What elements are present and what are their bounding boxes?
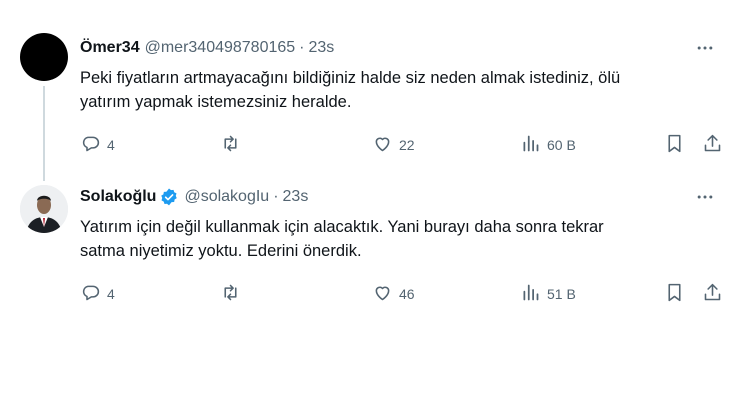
avatar[interactable] [20, 33, 68, 81]
tweet-text-line: Yatırım için değil kullanmak için alacak… [80, 218, 604, 236]
retweet-icon [220, 133, 241, 157]
reply-button[interactable]: 4 [80, 130, 115, 160]
author-name[interactable]: Ömer34 [80, 39, 140, 57]
views-icon [520, 282, 541, 306]
bookmark-button[interactable] [664, 130, 685, 160]
verified-badge-icon [159, 187, 179, 207]
tweet-1[interactable]: Ömer34 @mer340498780165 · 23s Peki fiyat… [0, 0, 730, 181]
tweet-text-line: yatırım yapmak istemezsiniz heralde. [80, 93, 352, 111]
bookmark-icon [664, 282, 685, 306]
share-button[interactable] [702, 279, 723, 309]
author-handle[interactable]: @mer340498780165 [145, 39, 296, 57]
retweet-icon [220, 282, 241, 306]
tweet-actions: 4 22 60 B [70, 130, 730, 160]
tweet-2[interactable]: Solakoğlu @solakogIu · 23s Yatırım için … [0, 175, 730, 335]
bookmark-icon [664, 133, 685, 157]
author-handle[interactable]: @solakogIu [184, 188, 269, 206]
avatar[interactable] [20, 185, 68, 233]
retweet-button[interactable] [220, 130, 247, 160]
separator: · [299, 39, 305, 56]
timestamp[interactable]: 23s [283, 188, 309, 206]
like-icon [372, 282, 393, 306]
like-button[interactable]: 46 [372, 279, 415, 309]
tweet-actions: 4 46 51 B [70, 279, 730, 309]
reply-button[interactable]: 4 [80, 279, 115, 309]
more-icon[interactable] [692, 36, 718, 60]
tweet-text-line: satma niyetimiz yoktu. Ederini önerdik. [80, 242, 362, 260]
bookmark-button[interactable] [664, 279, 685, 309]
like-button[interactable]: 22 [372, 130, 415, 160]
like-icon [372, 133, 393, 157]
author-name[interactable]: Solakoğlu [80, 188, 156, 206]
timestamp[interactable]: 23s [309, 39, 335, 57]
tweet-text: Yatırım için değil kullanmak için alacak… [80, 215, 710, 263]
share-icon [702, 282, 723, 306]
thread-line [43, 86, 45, 181]
views-icon [520, 133, 541, 157]
reply-icon [80, 282, 101, 306]
share-icon [702, 133, 723, 157]
like-count: 46 [399, 286, 415, 302]
reply-icon [80, 133, 101, 157]
views-count: 51 B [547, 286, 576, 302]
views-count: 60 B [547, 137, 576, 153]
views-button[interactable]: 51 B [520, 279, 576, 309]
share-button[interactable] [702, 130, 723, 160]
reply-count: 4 [107, 286, 115, 302]
reply-count: 4 [107, 137, 115, 153]
separator: · [273, 188, 279, 205]
retweet-button[interactable] [220, 279, 247, 309]
views-button[interactable]: 60 B [520, 130, 576, 160]
tweet-text: Peki fiyatların artmayacağını bildiğiniz… [80, 66, 710, 114]
like-count: 22 [399, 137, 415, 153]
tweet-text-line: Peki fiyatların artmayacağını bildiğiniz… [80, 69, 621, 87]
more-icon[interactable] [692, 185, 718, 209]
